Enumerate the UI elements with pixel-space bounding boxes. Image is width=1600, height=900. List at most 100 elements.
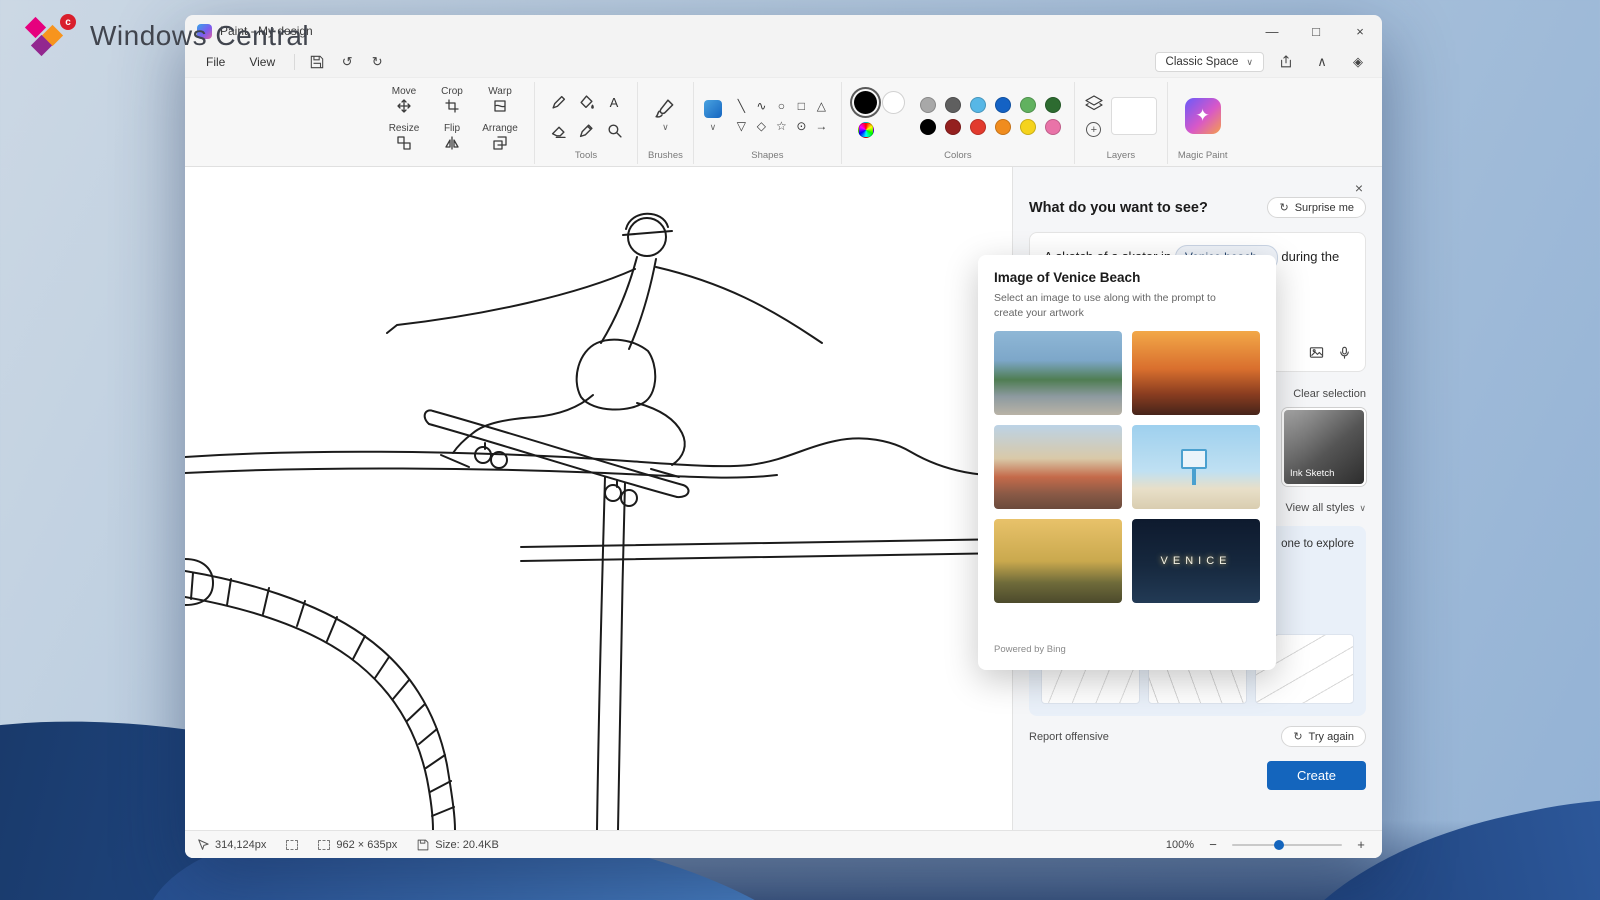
color-swatch[interactable] bbox=[970, 119, 986, 135]
text-tool-icon: A bbox=[610, 95, 619, 110]
edit-colors-button[interactable] bbox=[858, 122, 874, 138]
canvas-size-value: 962 × 635px bbox=[336, 839, 397, 851]
venice-thumbnail-shops[interactable] bbox=[994, 425, 1122, 509]
brushes-button[interactable]: ∨ bbox=[655, 99, 675, 133]
shapes-group: ∨ ╲∿○□△▽◇☆⊙→ Shapes bbox=[694, 82, 842, 164]
transform-group: Move Crop Warp Resize bbox=[370, 82, 535, 164]
shape-sun-icon[interactable]: ⊙ bbox=[796, 120, 806, 132]
file-size-icon bbox=[417, 839, 429, 851]
primary-color-swatch[interactable] bbox=[854, 91, 877, 114]
shape-style-icon[interactable] bbox=[704, 100, 722, 118]
add-layer-button[interactable]: + bbox=[1086, 122, 1101, 137]
color-swatch[interactable] bbox=[995, 119, 1011, 135]
share-icon bbox=[1279, 55, 1293, 69]
theme-selector[interactable]: Classic Space ∨ bbox=[1155, 52, 1264, 72]
try-again-button[interactable]: ↻ Try again bbox=[1281, 726, 1366, 747]
color-swatch[interactable] bbox=[945, 97, 961, 113]
close-icon: × bbox=[1355, 180, 1363, 196]
text-tool-button[interactable]: A bbox=[602, 90, 626, 114]
shape-line-icon[interactable]: ╲ bbox=[738, 100, 745, 112]
panel-close-button[interactable]: × bbox=[1348, 177, 1370, 199]
add-image-button[interactable] bbox=[1305, 341, 1327, 363]
warp-label: Warp bbox=[488, 86, 512, 97]
tools-group: A Tools bbox=[535, 82, 638, 164]
chevron-down-icon: ∨ bbox=[710, 122, 717, 133]
undo-button[interactable]: ↺ bbox=[333, 50, 361, 74]
color-swatch[interactable] bbox=[1020, 119, 1036, 135]
move-button[interactable]: Move bbox=[380, 84, 428, 121]
magic-paint-button[interactable]: ✦ bbox=[1185, 98, 1221, 134]
drawing-canvas[interactable] bbox=[185, 167, 1012, 830]
chevron-down-icon: ∨ bbox=[1359, 503, 1366, 514]
cursor-position: 314,124px bbox=[197, 839, 266, 851]
surprise-me-button[interactable]: ↻ Surprise me bbox=[1267, 197, 1366, 218]
microphone-button[interactable] bbox=[1333, 341, 1355, 363]
minimize-button[interactable]: — bbox=[1250, 15, 1294, 47]
redo-button[interactable]: ↻ bbox=[363, 50, 391, 74]
shape-arrow-icon[interactable]: → bbox=[815, 120, 827, 132]
tools-group-label: Tools bbox=[575, 148, 597, 162]
shape-star-icon[interactable]: ☆ bbox=[776, 120, 787, 132]
view-all-styles-label: View all styles bbox=[1286, 502, 1355, 514]
move-label: Move bbox=[392, 86, 416, 97]
shape-curve-icon[interactable]: ∿ bbox=[756, 100, 766, 112]
extras-button[interactable]: ◈ bbox=[1344, 50, 1372, 74]
zoom-slider-thumb[interactable] bbox=[1274, 840, 1284, 850]
shape-rectangle-icon[interactable]: □ bbox=[798, 100, 805, 112]
style-card-ink-sketch[interactable]: Ink Sketch bbox=[1282, 408, 1366, 486]
flip-button[interactable]: Flip bbox=[428, 121, 476, 158]
maximize-button[interactable]: □ bbox=[1294, 15, 1338, 47]
color-swatch[interactable] bbox=[920, 97, 936, 113]
shape-diamond-icon[interactable]: ◇ bbox=[757, 120, 766, 132]
layers-group: + Layers bbox=[1075, 82, 1168, 164]
zoom-out-button[interactable]: − bbox=[1204, 836, 1222, 854]
create-button[interactable]: Create bbox=[1267, 761, 1366, 790]
report-offensive-link[interactable]: Report offensive bbox=[1029, 731, 1109, 743]
shape-triangle-icon[interactable]: △ bbox=[817, 100, 826, 112]
zoom-in-button[interactable]: + bbox=[1352, 836, 1370, 854]
shape-triangle-down-icon[interactable]: ▽ bbox=[737, 120, 746, 132]
microphone-icon bbox=[1337, 345, 1352, 360]
view-all-styles-link[interactable]: View all styles ∨ bbox=[1286, 502, 1366, 514]
venice-thumbnail-palms[interactable] bbox=[994, 519, 1122, 603]
pencil-icon bbox=[551, 95, 566, 110]
resize-button[interactable]: Resize bbox=[380, 121, 428, 158]
collapse-ribbon-button[interactable]: ∧ bbox=[1308, 50, 1336, 74]
pencil-tool-button[interactable] bbox=[546, 90, 570, 114]
color-swatch[interactable] bbox=[1045, 97, 1061, 113]
color-swatch[interactable] bbox=[945, 119, 961, 135]
content-area: × What do you want to see? ↻ Surprise me… bbox=[185, 167, 1382, 830]
fill-tool-button[interactable] bbox=[574, 90, 598, 114]
canvas-size-icon bbox=[318, 840, 330, 850]
color-swatch[interactable] bbox=[1045, 119, 1061, 135]
layers-panel-preview[interactable] bbox=[1111, 97, 1157, 135]
resize-label: Resize bbox=[389, 123, 420, 134]
magnifier-tool-button[interactable] bbox=[602, 118, 626, 142]
close-button[interactable]: × bbox=[1338, 15, 1382, 47]
file-size-value: Size: 20.4KB bbox=[435, 839, 499, 851]
secondary-color-swatch[interactable] bbox=[882, 91, 905, 114]
zoom-slider[interactable] bbox=[1232, 844, 1342, 846]
crop-button[interactable]: Crop bbox=[428, 84, 476, 121]
arrange-button[interactable]: Arrange bbox=[476, 121, 524, 158]
cursor-icon bbox=[197, 839, 209, 851]
shapes-grid: ╲ ∿ ○ □ △ ▽ ◇ ☆ ⊙ → bbox=[732, 97, 831, 136]
venice-thumbnail-sunset[interactable] bbox=[1132, 331, 1260, 415]
color-swatch[interactable] bbox=[970, 97, 986, 113]
layers-icon bbox=[1085, 95, 1103, 116]
clear-selection-link[interactable]: Clear selection bbox=[1293, 388, 1366, 400]
statusbar: 314,124px 962 × 635px Size: 20.4KB 100% … bbox=[185, 830, 1382, 858]
color-picker-tool-button[interactable] bbox=[574, 118, 598, 142]
share-button[interactable] bbox=[1272, 50, 1300, 74]
eraser-tool-button[interactable] bbox=[546, 118, 570, 142]
venice-thumbnail-sign[interactable]: VENICE bbox=[1132, 519, 1260, 603]
color-swatch[interactable] bbox=[1020, 97, 1036, 113]
venice-thumbnail-lifeguard-tower[interactable] bbox=[1132, 425, 1260, 509]
venice-thumbnail-boardwalk[interactable] bbox=[994, 331, 1122, 415]
try-again-label: Try again bbox=[1309, 731, 1354, 743]
shape-oval-icon[interactable]: ○ bbox=[778, 100, 785, 112]
color-swatch[interactable] bbox=[995, 97, 1011, 113]
warp-button[interactable]: Warp bbox=[476, 84, 524, 121]
selection-indicator[interactable] bbox=[286, 840, 298, 850]
color-swatch[interactable] bbox=[920, 119, 936, 135]
